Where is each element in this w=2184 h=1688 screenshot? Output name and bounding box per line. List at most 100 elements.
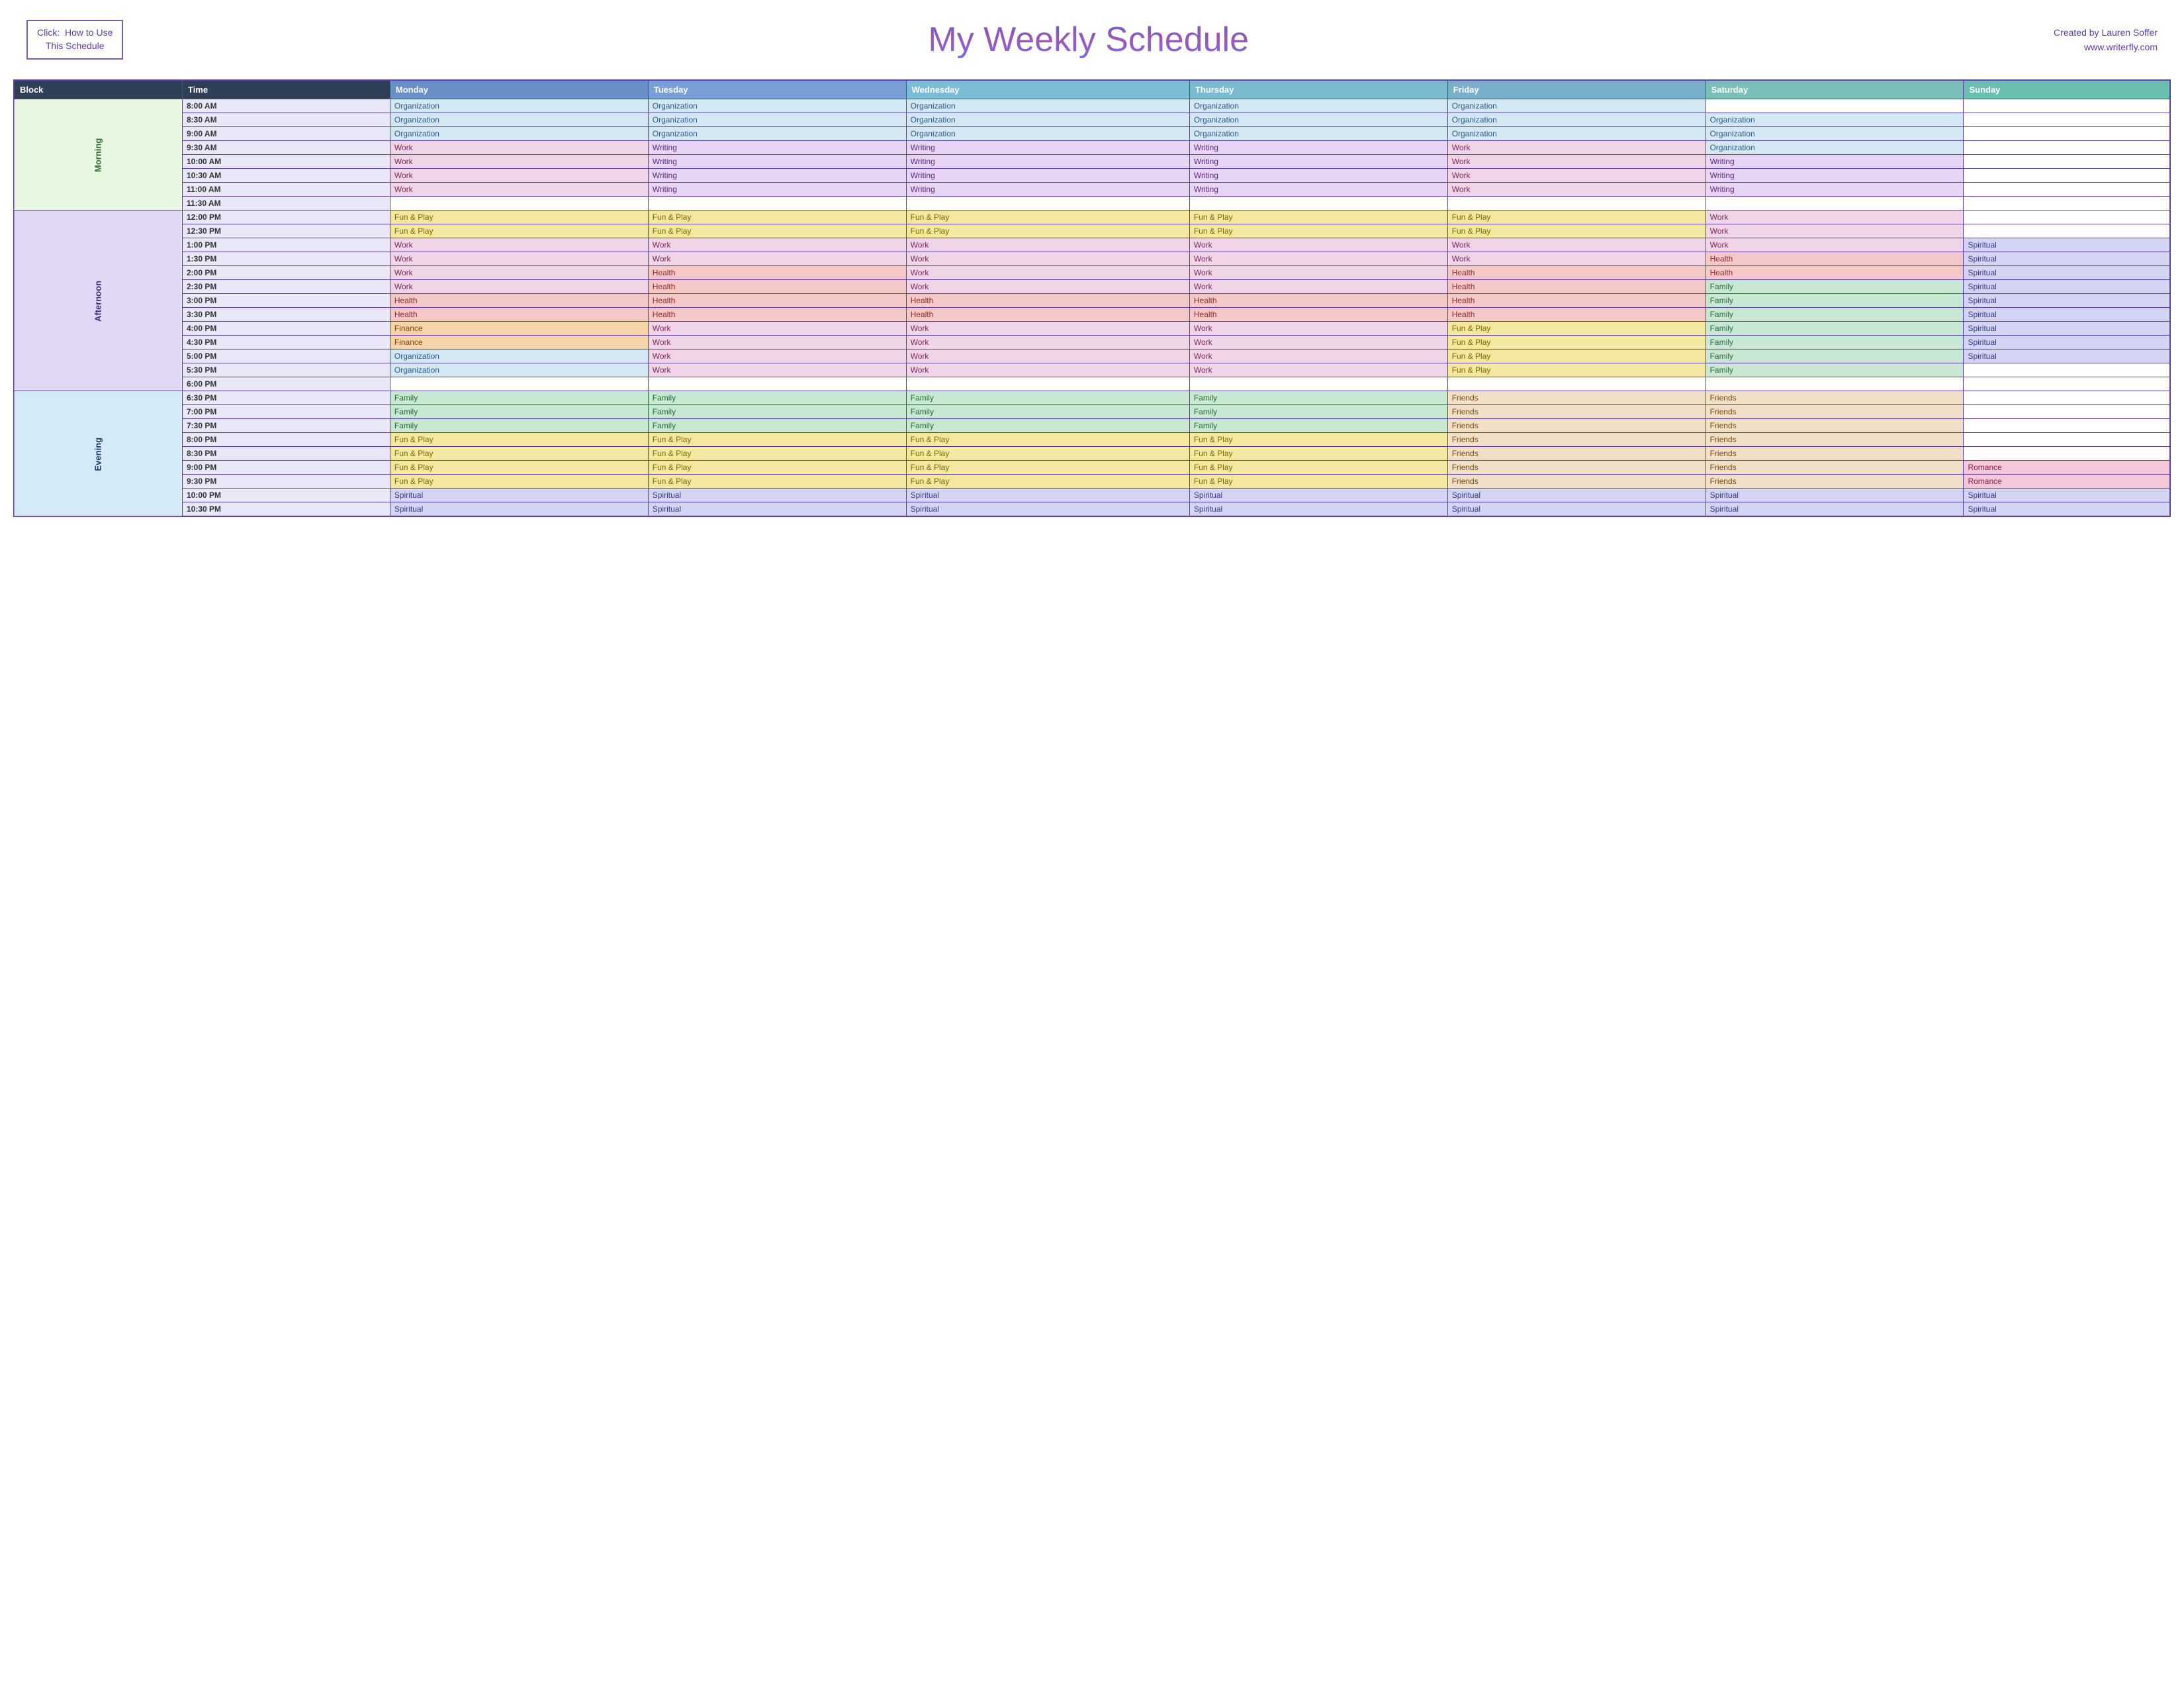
schedule-cell: Writing: [1189, 183, 1447, 197]
schedule-cell: [1964, 377, 2170, 391]
time-cell: 11:30 AM: [183, 197, 390, 211]
schedule-cell: Fun & Play: [390, 224, 648, 238]
schedule-cell: [1189, 377, 1447, 391]
schedule-cell: Work: [906, 363, 1189, 377]
schedule-cell: [1964, 211, 2170, 224]
col-header-friday: Friday: [1447, 80, 1706, 99]
schedule-cell: [648, 377, 906, 391]
schedule-cell: Writing: [906, 183, 1189, 197]
schedule-cell: Organization: [1447, 99, 1706, 113]
schedule-cell: Fun & Play: [648, 475, 906, 489]
schedule-cell: Writing: [1706, 155, 1964, 169]
time-cell: 5:30 PM: [183, 363, 390, 377]
col-header-thursday: Thursday: [1189, 80, 1447, 99]
schedule-cell: Fun & Play: [1447, 211, 1706, 224]
schedule-cell: Work: [1706, 224, 1964, 238]
schedule-cell: Fun & Play: [390, 447, 648, 461]
time-cell: 2:00 PM: [183, 266, 390, 280]
col-header-block: Block: [14, 80, 183, 99]
schedule-cell: Family: [906, 405, 1189, 419]
schedule-cell: Work: [1189, 280, 1447, 294]
time-cell: 6:00 PM: [183, 377, 390, 391]
time-cell: 3:30 PM: [183, 308, 390, 322]
col-header-wednesday: Wednesday: [906, 80, 1189, 99]
page-header: Click: How to Use This Schedule My Weekl…: [13, 13, 2171, 66]
schedule-cell: Health: [648, 308, 906, 322]
schedule-cell: Health: [1189, 294, 1447, 308]
time-cell: 8:30 AM: [183, 113, 390, 127]
time-cell: 2:30 PM: [183, 280, 390, 294]
schedule-cell: Work: [906, 266, 1189, 280]
schedule-cell: Organization: [906, 99, 1189, 113]
schedule-cell: [906, 377, 1189, 391]
schedule-cell: Fun & Play: [1447, 363, 1706, 377]
schedule-cell: Friends: [1706, 475, 1964, 489]
schedule-cell: Health: [648, 280, 906, 294]
schedule-cell: Writing: [906, 155, 1189, 169]
time-cell: 9:00 AM: [183, 127, 390, 141]
schedule-cell: Friends: [1447, 447, 1706, 461]
schedule-cell: Organization: [390, 113, 648, 127]
schedule-cell: Work: [648, 322, 906, 336]
col-header-saturday: Saturday: [1706, 80, 1964, 99]
schedule-cell: Organization: [906, 127, 1189, 141]
schedule-cell: Finance: [390, 322, 648, 336]
schedule-cell: Fun & Play: [906, 211, 1189, 224]
schedule-cell: Spiritual: [1189, 502, 1447, 517]
schedule-cell: Spiritual: [1964, 502, 2170, 517]
col-header-time: Time: [183, 80, 390, 99]
schedule-cell: Family: [1189, 405, 1447, 419]
schedule-cell: Fun & Play: [648, 447, 906, 461]
schedule-cell: Writing: [1189, 141, 1447, 155]
schedule-cell: Friends: [1447, 461, 1706, 475]
schedule-cell: Spiritual: [1706, 489, 1964, 502]
schedule-cell: Work: [648, 336, 906, 350]
schedule-cell: Work: [390, 183, 648, 197]
time-cell: 8:30 PM: [183, 447, 390, 461]
schedule-cell: [1964, 197, 2170, 211]
credits: Created by Lauren Soffer www.writerfly.c…: [2054, 25, 2158, 55]
time-cell: 4:00 PM: [183, 322, 390, 336]
schedule-cell: Spiritual: [906, 502, 1189, 517]
schedule-cell: Family: [1706, 322, 1964, 336]
schedule-cell: Organization: [390, 363, 648, 377]
schedule-cell: Writing: [1189, 155, 1447, 169]
schedule-cell: Spiritual: [1964, 280, 2170, 294]
schedule-cell: Spiritual: [1964, 238, 2170, 252]
schedule-cell: Organization: [1189, 127, 1447, 141]
col-header-sunday: Sunday: [1964, 80, 2170, 99]
schedule-cell: Work: [390, 266, 648, 280]
schedule-cell: Writing: [1189, 169, 1447, 183]
schedule-cell: Health: [1447, 308, 1706, 322]
schedule-cell: Organization: [1706, 113, 1964, 127]
schedule-cell: Family: [1706, 280, 1964, 294]
schedule-cell: Health: [390, 308, 648, 322]
schedule-cell: Spiritual: [1964, 308, 2170, 322]
schedule-cell: Organization: [390, 99, 648, 113]
schedule-cell: Friends: [1706, 419, 1964, 433]
schedule-cell: Fun & Play: [1447, 322, 1706, 336]
schedule-cell: [1964, 224, 2170, 238]
schedule-cell: Romance: [1964, 461, 2170, 475]
schedule-cell: Fun & Play: [906, 447, 1189, 461]
how-to-use-button[interactable]: Click: How to Use This Schedule: [26, 20, 123, 59]
schedule-cell: Spiritual: [1447, 502, 1706, 517]
schedule-cell: Spiritual: [906, 489, 1189, 502]
schedule-cell: [906, 197, 1189, 211]
schedule-cell: Friends: [1706, 391, 1964, 405]
schedule-cell: Work: [906, 252, 1189, 266]
schedule-cell: [390, 377, 648, 391]
schedule-cell: Friends: [1447, 475, 1706, 489]
schedule-cell: Spiritual: [390, 489, 648, 502]
schedule-cell: [1706, 197, 1964, 211]
schedule-cell: Work: [1447, 169, 1706, 183]
schedule-cell: Organization: [648, 127, 906, 141]
schedule-cell: Fun & Play: [390, 433, 648, 447]
schedule-cell: Organization: [390, 127, 648, 141]
schedule-cell: Fun & Play: [390, 211, 648, 224]
schedule-cell: Organization: [1189, 113, 1447, 127]
schedule-cell: Fun & Play: [648, 461, 906, 475]
schedule-cell: Fun & Play: [1189, 461, 1447, 475]
schedule-cell: Fun & Play: [906, 433, 1189, 447]
schedule-cell: Writing: [1706, 183, 1964, 197]
